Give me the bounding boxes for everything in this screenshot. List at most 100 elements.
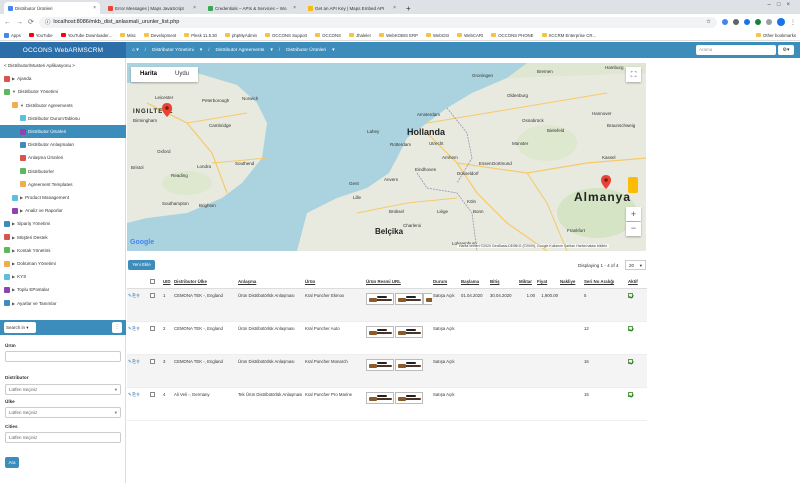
window-controls[interactable]: –□× [768, 2, 796, 8]
sidebar-item[interactable]: Distributor DurumTablosu [0, 112, 126, 125]
close-icon[interactable]: × [193, 5, 196, 11]
close-icon[interactable]: × [393, 5, 396, 11]
view-icon[interactable]: ⚲ [136, 392, 140, 397]
fullscreen-icon[interactable]: ⛶ [626, 67, 641, 82]
product-thumbnail[interactable] [423, 292, 432, 305]
bookmark-item[interactable]: WebCARI [457, 33, 483, 38]
home-icon[interactable]: ⌂ ▾ [132, 48, 139, 53]
sidebar-item[interactable]: Distributor Ürünleri [0, 125, 126, 138]
row-checkbox[interactable] [150, 325, 155, 331]
product-thumbnail[interactable] [394, 358, 423, 371]
breadcrumb-item[interactable]: Distributor Yönetimi [152, 48, 194, 53]
reload-icon[interactable]: ⟳ [28, 18, 34, 26]
bookmark-item[interactable]: WebGSI [425, 33, 449, 38]
breadcrumb-item[interactable]: Distributor Agreements [216, 48, 265, 53]
sidebar-item[interactable]: ▼ Distributor Agreements [0, 99, 126, 112]
bookmark-item[interactable]: YouTube Downloader... [60, 33, 112, 38]
view-icon[interactable]: ⚲ [136, 326, 140, 331]
bookmark-item[interactable]: Development [143, 33, 176, 38]
sidebar-item[interactable]: Distributorler [0, 165, 126, 178]
column-header[interactable]: Bitiş [489, 276, 518, 289]
ulke-select[interactable]: Lütfen Seçiniz ▾ [5, 407, 121, 418]
row-select[interactable] [149, 387, 162, 421]
bookmark-item[interactable]: XCCRM Enterprise CR... [541, 33, 596, 38]
bookmark-item[interactable]: Apps [4, 32, 21, 38]
distributor-select[interactable]: Lütfen Seçiniz ▾ [5, 384, 121, 395]
app-brand[interactable]: OCCONS WebARMSCRM [0, 42, 126, 58]
sidebar-item[interactable]: ▶ Analiz ve Raporlar [0, 204, 126, 217]
product-thumbnail[interactable] [366, 391, 394, 404]
bookmark-item[interactable]: Jhaleler [349, 33, 371, 38]
map-view[interactable]: Leicester Peterborough Norwich Birmingha… [127, 63, 646, 251]
sidebar-item[interactable]: < Distributor/Musteri Aplikasyonu > [0, 59, 126, 72]
bookmark-item[interactable]: OCCONS Support [265, 33, 307, 38]
column-header[interactable]: Distributor Ülke [173, 276, 237, 289]
product-thumbnail[interactable] [366, 325, 394, 338]
sidebar-item[interactable]: ▶ Müşteri Destek [0, 231, 126, 244]
column-header[interactable]: Nakliye [559, 276, 583, 289]
product-thumbnail[interactable] [366, 292, 394, 305]
column-header[interactable]: Başlama [460, 276, 489, 289]
sidebar-item[interactable]: ▶ KYS [0, 270, 126, 283]
column-header[interactable]: UID [162, 276, 173, 289]
row-select[interactable] [149, 321, 162, 355]
column-header[interactable]: Miktar [518, 276, 536, 289]
close-icon[interactable]: × [93, 5, 96, 11]
bookmark-item[interactable]: Other bookmarks [756, 33, 796, 38]
extension-icon[interactable] [744, 19, 750, 25]
sidebar-item[interactable]: ▶ Toplu EPostalar [0, 283, 126, 296]
column-header[interactable]: Durum [432, 276, 460, 289]
sidebar-item[interactable]: ▶ Ajanda [0, 72, 126, 85]
column-header[interactable]: Ürün [304, 276, 365, 289]
zoom-out-button[interactable]: − [626, 222, 641, 236]
column-header[interactable]: Fiyat [536, 276, 559, 289]
sidebar-item[interactable]: Distributor Anlaşmaları [0, 138, 126, 151]
urun-input[interactable] [5, 351, 121, 362]
view-icon[interactable]: ⚲ [136, 293, 140, 298]
sidebar-item[interactable]: Agreement Templates [0, 178, 126, 191]
extension-icon[interactable] [733, 19, 739, 25]
column-header[interactable]: Seri No Aralığı [583, 276, 627, 289]
gear-icon[interactable]: ⚙▾ [778, 45, 794, 55]
add-new-button[interactable]: Yeni Ekle [128, 260, 155, 270]
search-input[interactable]: Arama [696, 45, 776, 55]
address-bar[interactable]: ⓘ localhost:8086/mkb_dist_anlasmali_urunl… [38, 16, 717, 28]
bookmark-item[interactable]: WebKOBIS ERP [379, 33, 418, 38]
active-checkbox[interactable] [628, 325, 633, 331]
satellite-type-button[interactable]: Uydu [166, 67, 198, 82]
sidebar-item[interactable]: ▶ Sipariş Yönetimi [0, 217, 126, 230]
bookmark-item[interactable]: Plesk 11.5.30 [184, 33, 217, 38]
product-thumbnail[interactable] [366, 358, 394, 371]
page-size-select[interactable]: 20 ▾ [625, 260, 646, 270]
extension-icon[interactable] [755, 19, 761, 25]
select-all-checkbox[interactable] [149, 276, 162, 289]
bookmark-item[interactable]: OCCONS PHONE [491, 33, 534, 38]
active-checkbox[interactable] [628, 292, 633, 298]
browser-tab[interactable]: Credentials – APIs & Services – Wo × [204, 2, 300, 14]
extension-icon[interactable] [722, 19, 728, 25]
street-view-icon[interactable] [628, 177, 638, 193]
browser-tab-active[interactable]: Distributor Ürünleri × [4, 2, 100, 14]
active-checkbox[interactable] [628, 391, 633, 397]
forward-icon[interactable]: → [16, 19, 23, 26]
product-thumbnail[interactable] [394, 292, 423, 305]
product-thumbnail[interactable] [394, 391, 423, 404]
sidebar-item[interactable]: ▼ Distributor Yönetimi [0, 85, 126, 98]
star-icon[interactable]: ☆ [706, 19, 711, 25]
menu-icon[interactable]: ⋮ [790, 19, 796, 26]
browser-tab[interactable]: Error Messages | Maps JavaScript × [104, 2, 200, 14]
column-header[interactable]: Ürün Resmi URL [365, 276, 432, 289]
bookmark-item[interactable]: OCCONS [315, 33, 341, 38]
breadcrumb-item[interactable]: Distributor Ürünleri [286, 48, 326, 53]
product-thumbnail[interactable] [394, 325, 423, 338]
bookmark-item[interactable]: phpMyAdmin [224, 33, 257, 38]
row-checkbox[interactable] [150, 292, 155, 298]
bookmark-item[interactable]: Misc [120, 33, 136, 38]
sidebar-item[interactable]: ▶ Kontak Yönetimi [0, 244, 126, 257]
active-checkbox[interactable] [628, 358, 633, 364]
sidebar-item[interactable]: ▶ Product Management [0, 191, 126, 204]
new-tab-button[interactable]: + [402, 2, 414, 14]
view-icon[interactable]: ⚲ [136, 359, 140, 364]
filter-menu-button[interactable]: ⋮ [112, 322, 122, 333]
map-marker-icon[interactable] [162, 103, 172, 117]
